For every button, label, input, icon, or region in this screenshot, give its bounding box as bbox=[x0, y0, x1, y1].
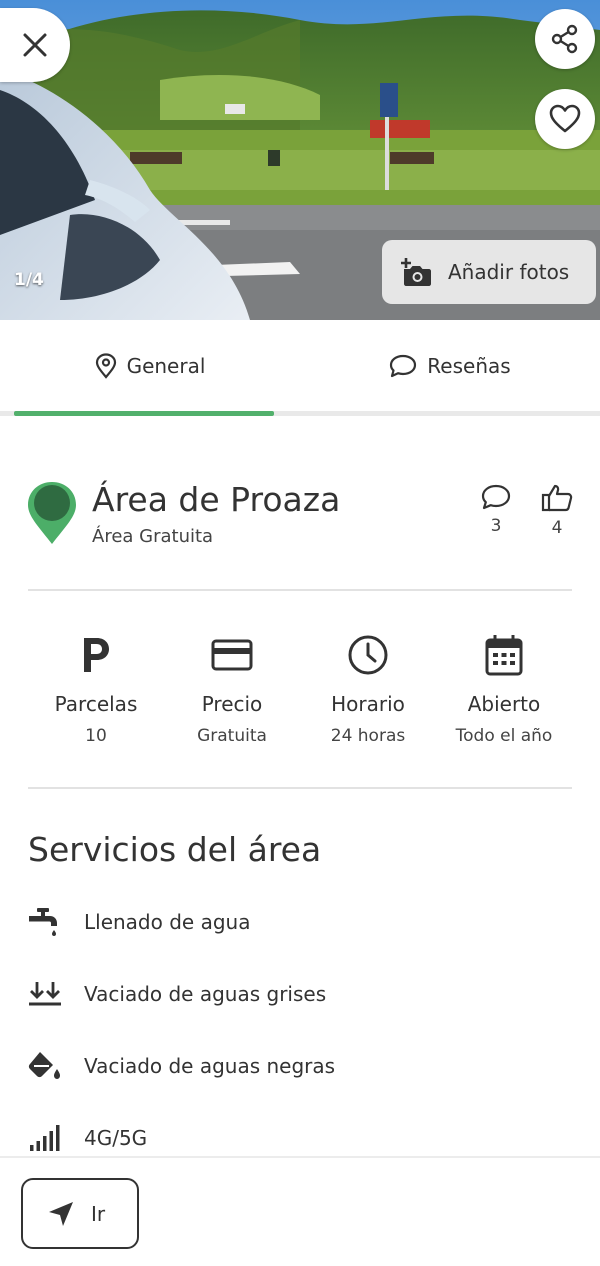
go-button[interactable]: Ir bbox=[21, 1178, 139, 1249]
tab-general-label: General bbox=[126, 354, 206, 378]
go-label: Ir bbox=[91, 1201, 106, 1226]
service-item: 4G/5G bbox=[28, 1118, 147, 1158]
service-label: Vaciado de aguas negras bbox=[84, 1054, 336, 1078]
service-item: Vaciado de aguas negras bbox=[28, 1046, 335, 1086]
info-value: Gratuita bbox=[197, 726, 267, 746]
navigation-arrow-icon bbox=[49, 1201, 73, 1226]
calendar-icon bbox=[485, 635, 523, 676]
signal-bars-icon bbox=[30, 1125, 60, 1151]
credit-card-icon bbox=[211, 639, 253, 671]
parking-icon bbox=[84, 638, 109, 672]
likes-count: 4 bbox=[551, 518, 563, 538]
water-tap-icon bbox=[29, 908, 57, 936]
close-icon bbox=[23, 33, 47, 57]
info-horario: Horario 24 horas bbox=[293, 632, 443, 746]
service-label: Llenado de agua bbox=[84, 910, 251, 934]
clock-icon bbox=[348, 635, 388, 675]
tab-resenas-label: Reseñas bbox=[427, 354, 511, 378]
comment-icon bbox=[390, 354, 417, 378]
comments-stat[interactable]: 3 bbox=[476, 484, 516, 536]
info-value: Todo el año bbox=[455, 726, 553, 746]
likes-stat[interactable]: 4 bbox=[537, 484, 577, 538]
info-title: Precio bbox=[201, 692, 263, 716]
tab-resenas[interactable]: Reseñas bbox=[300, 320, 600, 412]
active-tab-indicator bbox=[14, 411, 274, 416]
info-parcelas: Parcelas 10 bbox=[21, 632, 171, 746]
services-title: Servicios del área bbox=[28, 830, 322, 869]
info-title: Horario bbox=[331, 692, 405, 716]
heart-icon bbox=[549, 104, 581, 133]
service-label: 4G/5G bbox=[84, 1126, 148, 1150]
thumbs-up-icon bbox=[541, 484, 573, 512]
add-photos-label: Añadir fotos bbox=[448, 260, 570, 284]
paint-bucket-icon bbox=[28, 1052, 60, 1079]
add-photo-icon bbox=[401, 258, 431, 286]
info-abierto: Abierto Todo el año bbox=[429, 632, 579, 746]
share-icon bbox=[551, 24, 578, 54]
place-type: Área Gratuita bbox=[92, 526, 214, 547]
divider bbox=[28, 787, 572, 789]
service-item: Llenado de agua bbox=[28, 902, 250, 942]
tab-bar: General Reseñas bbox=[0, 320, 600, 416]
photo-gallery[interactable]: 1/4 Añadir fotos bbox=[0, 0, 600, 320]
area-marker-icon bbox=[28, 482, 76, 544]
info-value: 24 horas bbox=[330, 726, 406, 746]
info-value: 10 bbox=[85, 726, 107, 746]
comments-count: 3 bbox=[490, 516, 502, 536]
tab-general[interactable]: General bbox=[0, 320, 300, 412]
share-button[interactable] bbox=[535, 9, 595, 69]
comment-icon bbox=[481, 484, 511, 510]
double-arrow-down-icon bbox=[29, 982, 61, 1006]
location-pin-icon bbox=[95, 353, 116, 379]
info-precio: Precio Gratuita bbox=[157, 632, 307, 746]
bottom-action-bar: Ir bbox=[0, 1156, 600, 1266]
divider bbox=[28, 589, 572, 591]
add-photos-button[interactable]: Añadir fotos bbox=[382, 240, 596, 304]
info-title: Abierto bbox=[467, 692, 541, 716]
place-name: Área de Proaza bbox=[92, 480, 341, 519]
favorite-button[interactable] bbox=[535, 89, 595, 149]
service-label: Vaciado de aguas grises bbox=[84, 982, 327, 1006]
info-title: Parcelas bbox=[54, 692, 138, 716]
service-item: Vaciado de aguas grises bbox=[28, 974, 326, 1014]
photo-counter: 1/4 bbox=[14, 270, 44, 290]
